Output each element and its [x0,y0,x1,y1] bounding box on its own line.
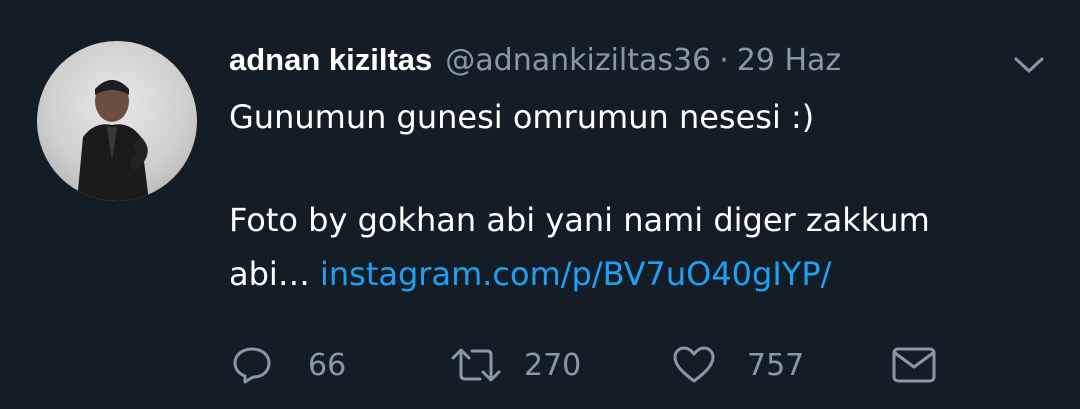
like-icon [672,345,716,385]
author-handle[interactable]: @adnankiziltas36 [445,43,711,78]
retweet-count: 270 [524,347,582,383]
instagram-link[interactable]: instagram.com/p/BV7uO40gIYP/ [320,255,831,293]
message-icon [891,345,937,385]
author-name[interactable]: adnan kiziltas [229,42,432,78]
tweet-date[interactable]: 29 Haz [737,43,841,78]
retweet-icon [450,345,502,385]
tweet-text-line-1: Gunumun gunesi omrumun nesesi :) [229,98,815,136]
retweet-button[interactable]: 270 [450,340,581,390]
reply-icon [232,345,272,385]
like-count: 757 [747,347,805,383]
chevron-down-icon[interactable] [1012,54,1046,76]
separator-dot: · [719,42,729,78]
tweet-text-line-2: Foto by gokhan abi yani nami diger zakku… [229,201,930,239]
avatar[interactable] [37,41,197,201]
tweet[interactable]: adnan kiziltas @adnankiziltas36 · 29 Haz… [0,0,1080,409]
reply-button[interactable]: 66 [232,340,346,390]
reply-count: 66 [308,347,347,383]
like-button[interactable]: 757 [672,340,804,390]
tweet-text-line-3: abi… instagram.com/p/BV7uO40gIYP/ [229,255,831,293]
direct-message-button[interactable] [891,340,937,390]
tweet-text-prefix: abi… [229,255,320,293]
tweet-header: adnan kiziltas @adnankiziltas36 · 29 Haz [229,38,841,82]
action-bar: 66 270 757 [0,340,1080,390]
